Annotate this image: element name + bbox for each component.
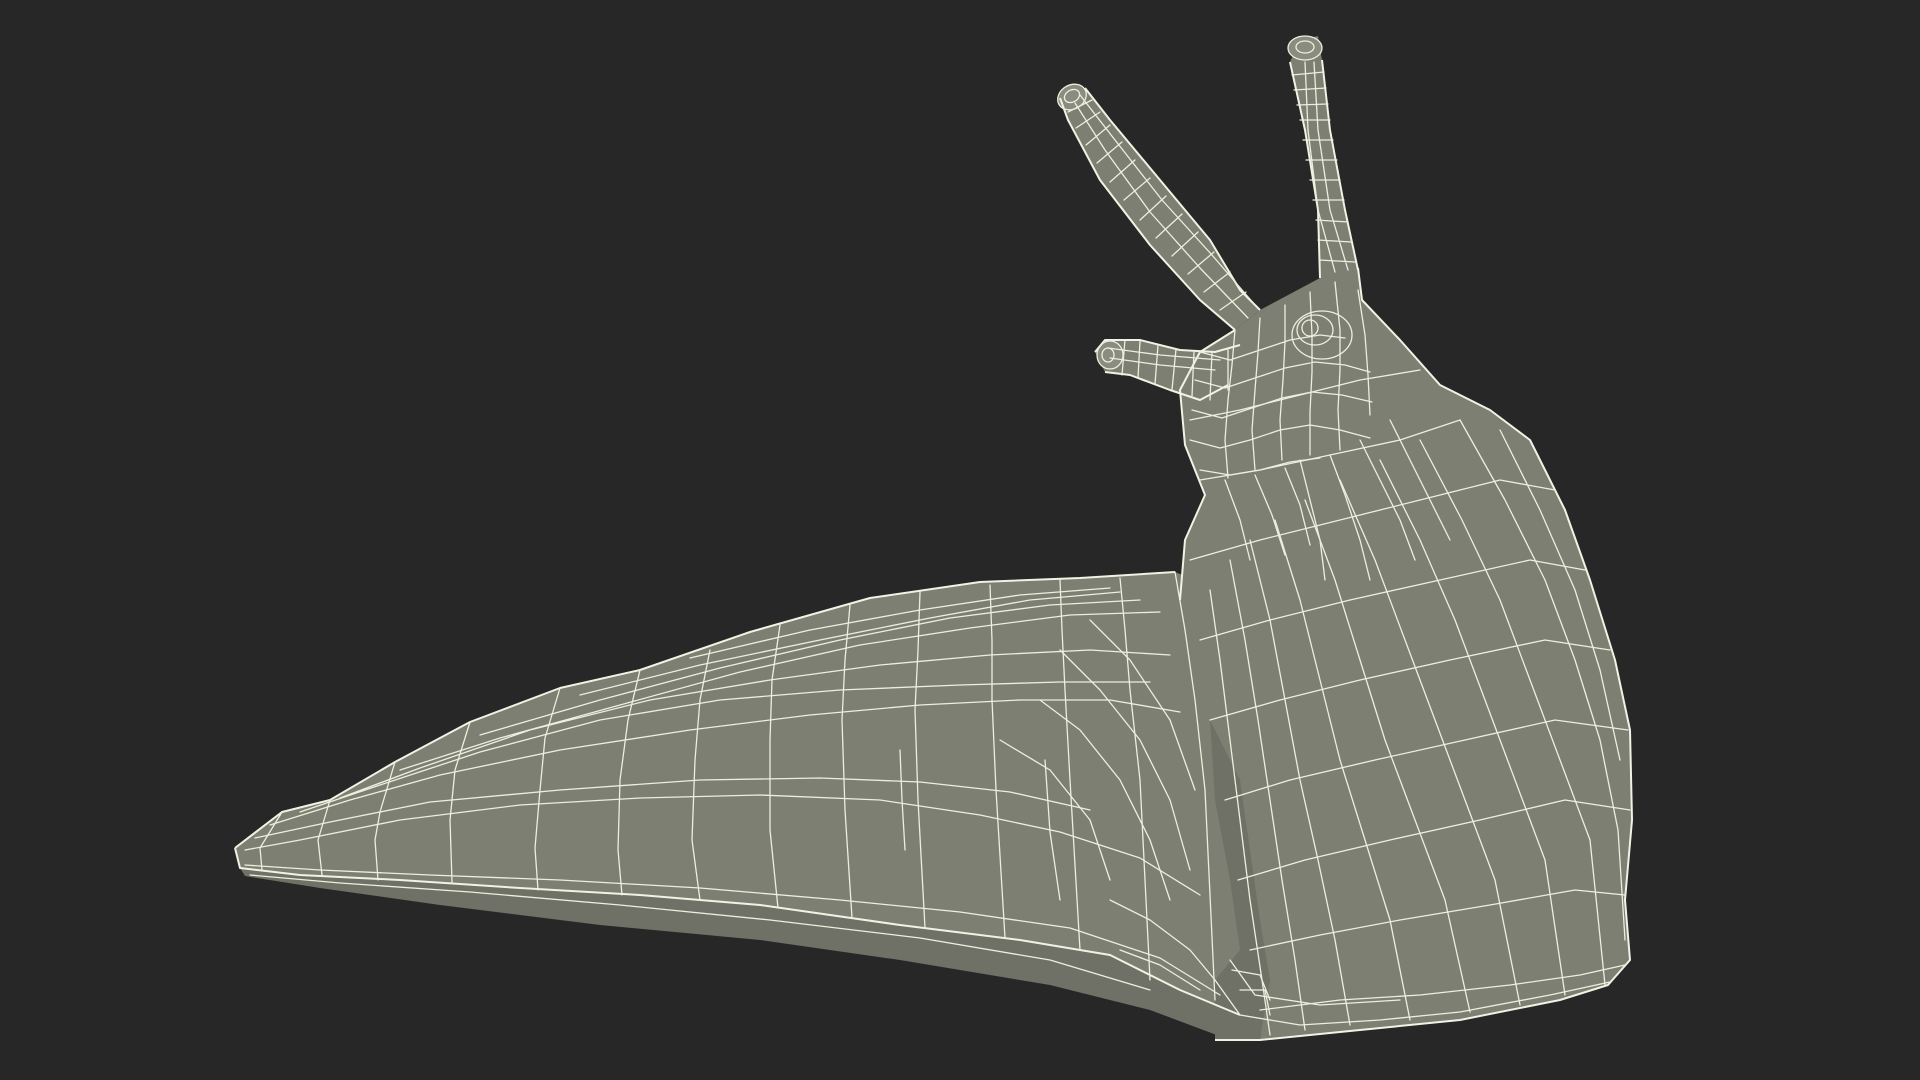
slug-tail-surface	[235, 572, 1280, 1015]
slug-upper-tentacle-left	[1060, 86, 1260, 330]
slug-wireframe-model	[234, 35, 1633, 1041]
3d-viewport[interactable]	[0, 0, 1920, 1080]
model-surfaces	[235, 36, 1632, 1040]
